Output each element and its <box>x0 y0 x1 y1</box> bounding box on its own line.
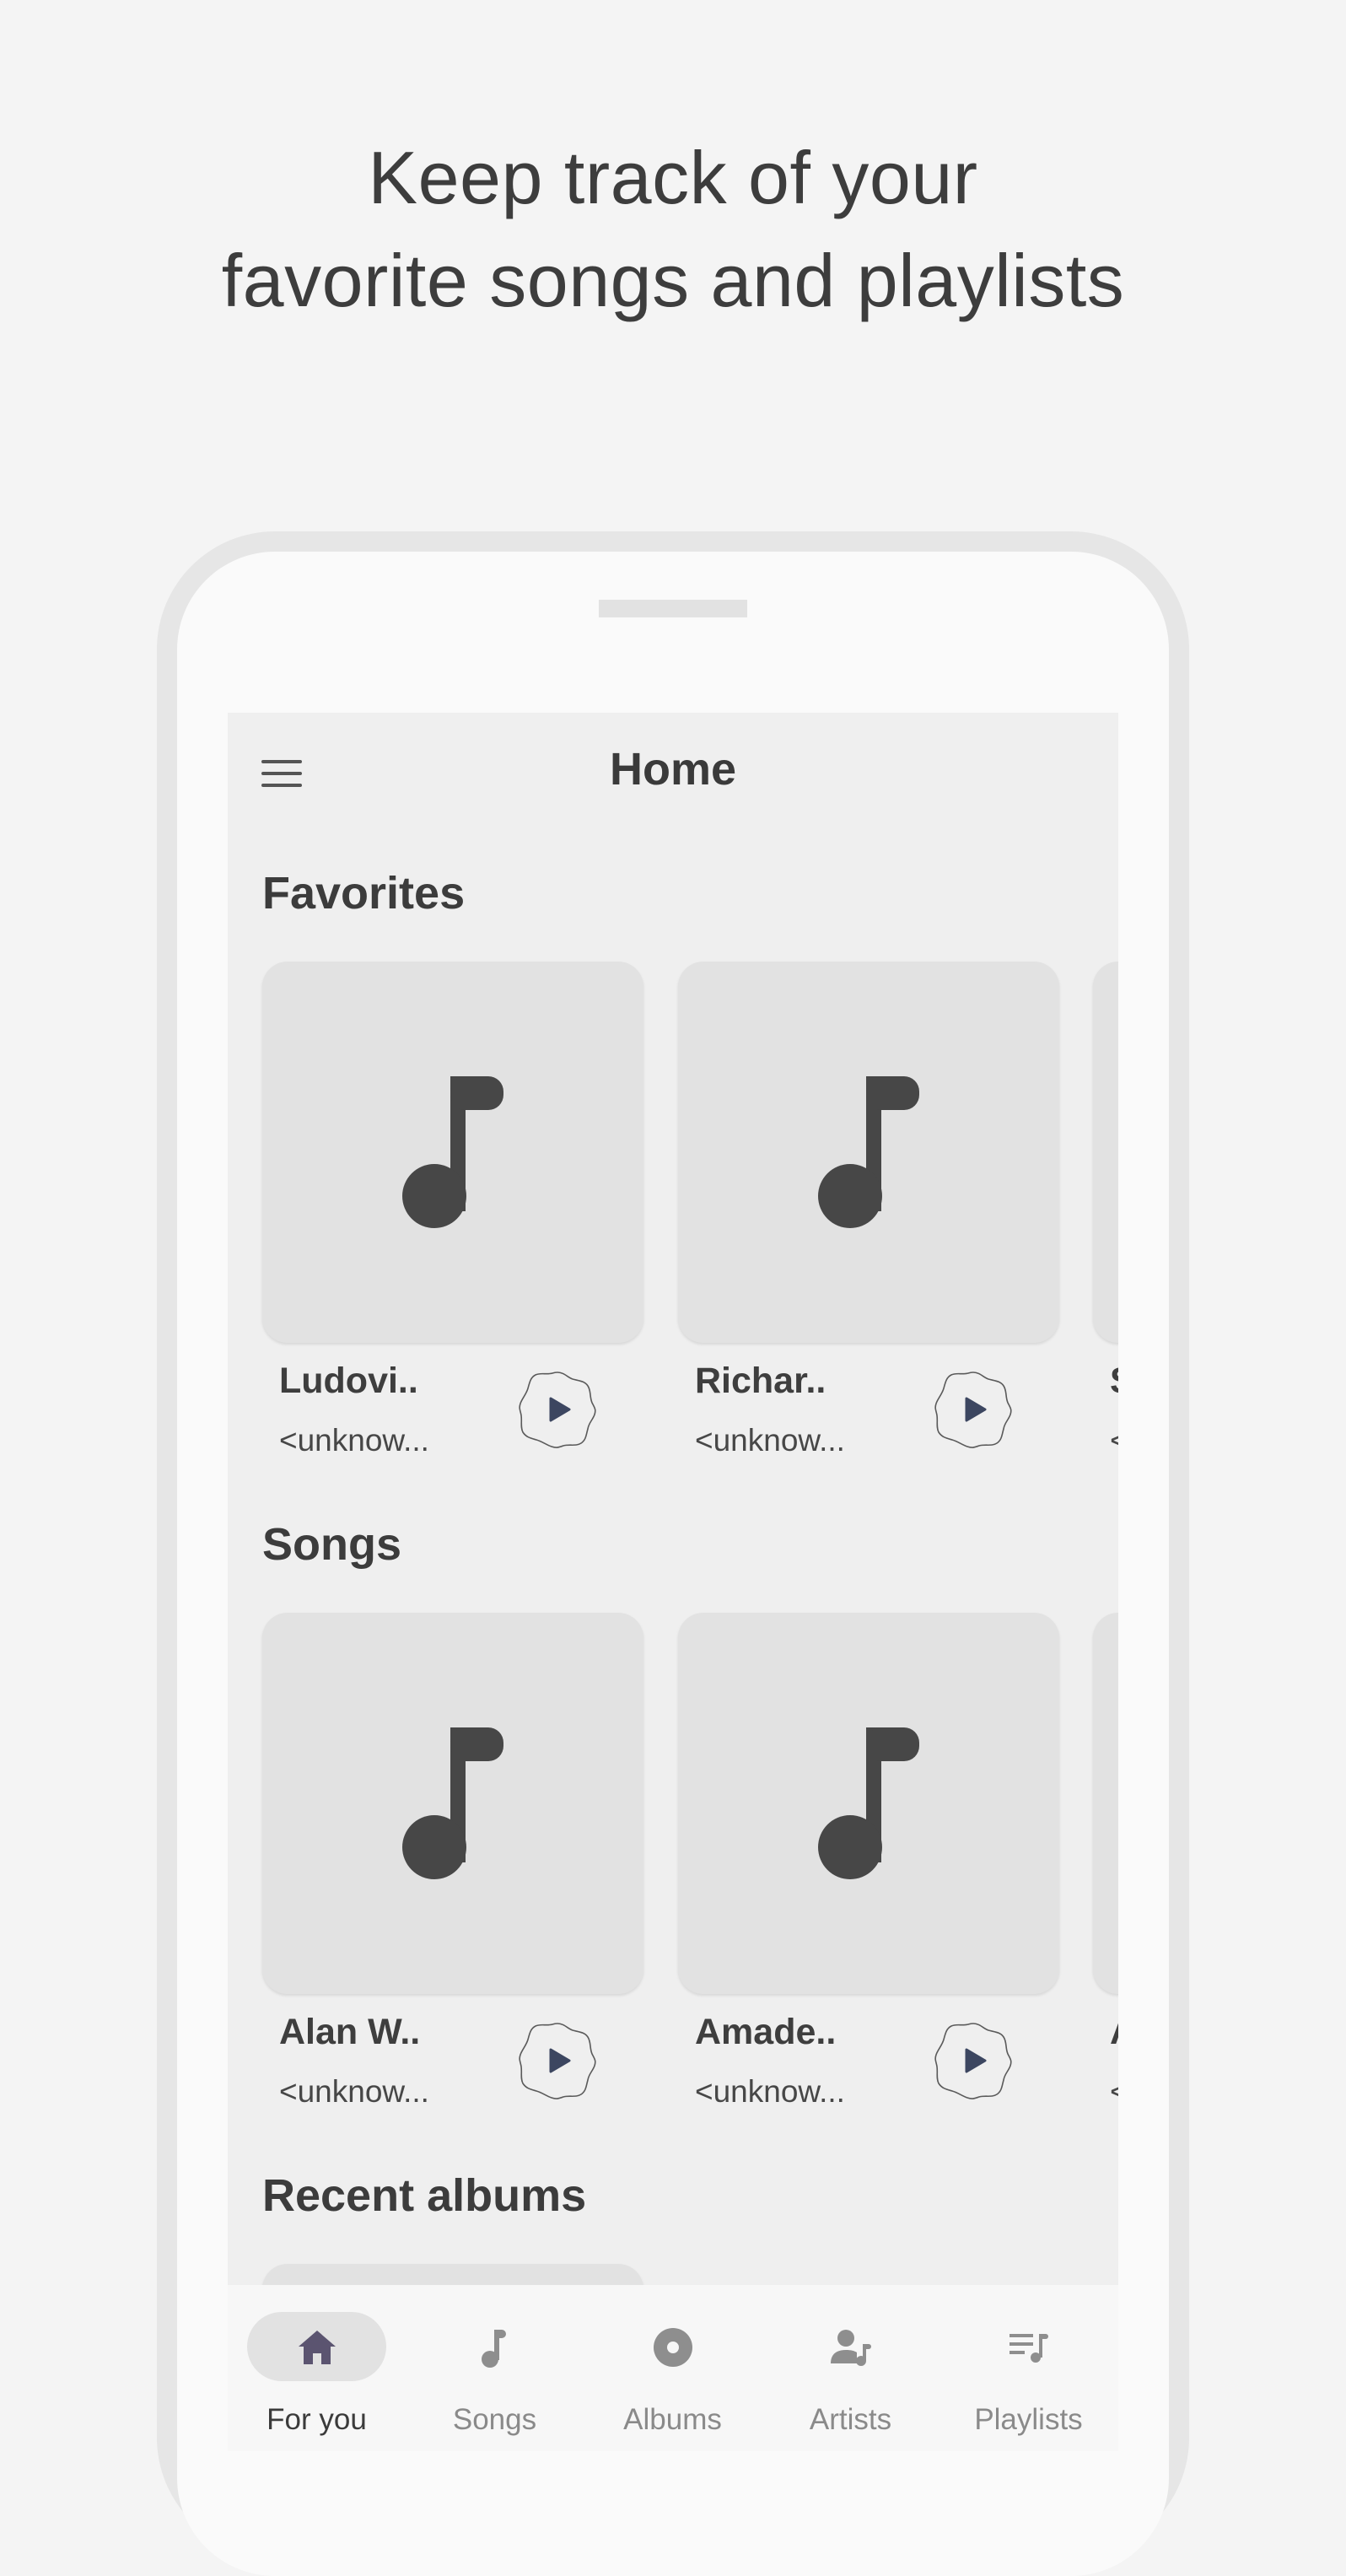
page-title: Home <box>609 744 737 795</box>
song-card-1-subtitle: <unknow... <box>279 2074 429 2109</box>
song-card-1-title: Alan W.. <box>279 2012 421 2052</box>
nav-item-songs[interactable]: Songs <box>406 2285 584 2451</box>
nav-label: Albums <box>623 2403 722 2436</box>
song-card-3-subtitle: < <box>1110 2074 1118 2110</box>
song-card-3-title: A <box>1110 2012 1118 2053</box>
song-card-2-subtitle: <unknow... <box>695 2074 845 2109</box>
play-button[interactable] <box>519 1371 596 1448</box>
favorite-card-1-title: Ludovi.. <box>279 1361 418 1401</box>
songs-section-title: Songs <box>262 1519 402 1570</box>
favorite-card-2-art[interactable] <box>678 962 1059 1343</box>
favorite-card-2-subtitle: <unknow... <box>695 1423 845 1458</box>
song-card-1-art[interactable] <box>262 1613 643 1994</box>
nav-item-playlists[interactable]: Playlists <box>940 2285 1117 2451</box>
song-card-2-art[interactable] <box>678 1613 1059 1994</box>
app-screen: Home Favorites Ludovi.. <unknow... Richa… <box>228 713 1118 2451</box>
play-button[interactable] <box>934 1371 1012 1448</box>
nav-label: Songs <box>452 2403 537 2436</box>
play-button[interactable] <box>934 2022 1012 2099</box>
nav-label: Artists <box>809 2403 892 2436</box>
headline-line-1: Keep track of your <box>368 136 978 219</box>
music-note-icon <box>402 1727 503 1879</box>
song-card-2-title: Amade.. <box>695 2012 837 2052</box>
favorite-card-1-art[interactable] <box>262 962 643 1343</box>
favorite-card-2-title: Richar.. <box>695 1361 826 1401</box>
artist-icon <box>831 2330 871 2366</box>
favorite-card-3-art[interactable] <box>1093 962 1118 1343</box>
bottom-nav: For you Songs Albums Artists Playlists <box>228 2285 1118 2451</box>
headline: Keep track of your favorite songs and pl… <box>0 127 1346 332</box>
music-note-icon <box>402 1076 503 1228</box>
home-icon <box>299 2331 336 2364</box>
music-note-icon <box>482 2330 506 2368</box>
playlist-icon <box>1010 2334 1048 2363</box>
nav-label: For you <box>267 2403 367 2436</box>
favorite-card-3-title: S <box>1110 1361 1118 1402</box>
album-icon <box>654 2328 692 2367</box>
music-note-icon <box>818 1727 919 1879</box>
favorite-card-3-subtitle: < <box>1110 1423 1118 1458</box>
nav-item-for-you[interactable]: For you <box>228 2285 406 2451</box>
phone-speaker <box>599 600 747 617</box>
recent-albums-section-title: Recent albums <box>262 2170 587 2221</box>
favorites-section-title: Favorites <box>262 868 466 919</box>
music-note-icon <box>818 1076 919 1228</box>
song-card-3-art[interactable] <box>1093 1613 1118 1994</box>
nav-item-artists[interactable]: Artists <box>762 2285 940 2451</box>
headline-line-2: favorite songs and playlists <box>221 239 1125 322</box>
nav-item-albums[interactable]: Albums <box>584 2285 762 2451</box>
nav-label: Playlists <box>974 2403 1083 2436</box>
favorite-card-1-subtitle: <unknow... <box>279 1423 429 1458</box>
play-button[interactable] <box>519 2022 596 2099</box>
